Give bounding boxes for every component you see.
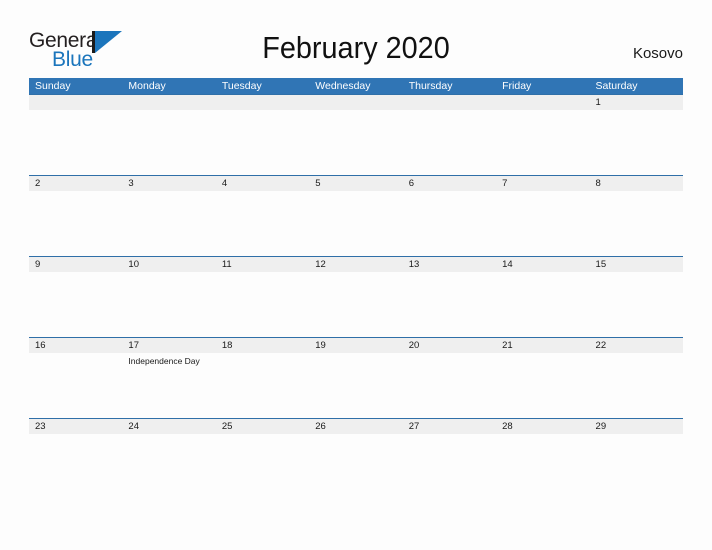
day-number[interactable]: 14 (496, 257, 589, 272)
day-cell[interactable] (403, 353, 496, 418)
day-number[interactable]: 23 (29, 419, 122, 434)
page-title: February 2020 (262, 30, 450, 65)
day-cell[interactable] (590, 110, 683, 175)
week-date-band: 16 17 18 19 20 21 22 (29, 337, 683, 353)
day-cell[interactable] (403, 191, 496, 256)
day-cell[interactable] (403, 110, 496, 175)
week-event-band (29, 110, 683, 175)
day-number[interactable]: 2 (29, 176, 122, 191)
event-label: Independence Day (128, 356, 200, 366)
day-cell[interactable] (216, 191, 309, 256)
day-number[interactable]: 10 (122, 257, 215, 272)
day-number[interactable]: 7 (496, 176, 589, 191)
day-number[interactable] (216, 95, 309, 110)
day-cell[interactable] (309, 353, 402, 418)
day-cell[interactable] (309, 434, 402, 499)
country-label: Kosovo (632, 45, 683, 62)
day-number[interactable]: 1 (590, 95, 683, 110)
week-date-band: 9 10 11 12 13 14 15 (29, 256, 683, 272)
week-row: 16 17 18 19 20 21 22 Independence Day (29, 337, 683, 418)
day-number[interactable]: 28 (496, 419, 589, 434)
day-number[interactable]: 5 (309, 176, 402, 191)
week-date-band: 2 3 4 5 6 7 8 (29, 175, 683, 191)
day-cell[interactable] (29, 191, 122, 256)
day-number[interactable] (403, 95, 496, 110)
day-cell[interactable] (216, 272, 309, 337)
weekday-header-thursday: Thursday (408, 80, 453, 92)
week-date-band: 1 (29, 94, 683, 110)
week-event-band (29, 191, 683, 256)
day-number[interactable]: 21 (496, 338, 589, 353)
day-number[interactable]: 3 (122, 176, 215, 191)
day-cell[interactable] (403, 272, 496, 337)
week-row: 9 10 11 12 13 14 15 (29, 256, 683, 337)
day-cell[interactable] (29, 434, 122, 499)
day-number[interactable]: 11 (216, 257, 309, 272)
week-date-band: 23 24 25 26 27 28 29 (29, 418, 683, 434)
day-number[interactable]: 24 (122, 419, 215, 434)
day-cell[interactable] (403, 434, 496, 499)
day-cell[interactable] (122, 272, 215, 337)
page-header: General Blue February 2020 Kosovo (0, 0, 712, 78)
day-cell[interactable]: Independence Day (122, 353, 215, 418)
day-cell[interactable] (216, 353, 309, 418)
weekday-header-sunday: Sunday (35, 80, 71, 92)
week-row: 23 24 25 26 27 28 29 (29, 418, 683, 499)
day-number[interactable]: 13 (403, 257, 496, 272)
day-cell[interactable] (590, 353, 683, 418)
week-row: 2 3 4 5 6 7 8 (29, 175, 683, 256)
day-number[interactable]: 18 (216, 338, 309, 353)
day-cell[interactable] (216, 110, 309, 175)
day-cell[interactable] (29, 110, 122, 175)
day-cell[interactable] (496, 191, 589, 256)
day-cell[interactable] (309, 272, 402, 337)
day-number[interactable]: 12 (309, 257, 402, 272)
day-number[interactable]: 25 (216, 419, 309, 434)
week-event-band (29, 434, 683, 499)
day-cell[interactable] (29, 353, 122, 418)
day-number[interactable]: 6 (403, 176, 496, 191)
day-number[interactable]: 4 (216, 176, 309, 191)
week-row: 1 (29, 94, 683, 175)
day-number[interactable] (309, 95, 402, 110)
day-cell[interactable] (590, 434, 683, 499)
weekday-header-tuesday: Tuesday (221, 80, 262, 92)
day-cell[interactable] (122, 110, 215, 175)
day-number[interactable]: 15 (590, 257, 683, 272)
day-cell[interactable] (122, 191, 215, 256)
day-number[interactable] (122, 95, 215, 110)
day-number[interactable]: 27 (403, 419, 496, 434)
weekday-header-friday: Friday (502, 80, 532, 92)
weekday-header-monday: Monday (128, 80, 166, 92)
day-number[interactable]: 26 (309, 419, 402, 434)
week-event-band: Independence Day (29, 353, 683, 418)
day-cell[interactable] (122, 434, 215, 499)
day-cell[interactable] (590, 272, 683, 337)
day-number[interactable]: 20 (403, 338, 496, 353)
day-number[interactable]: 9 (29, 257, 122, 272)
day-cell[interactable] (496, 110, 589, 175)
day-number[interactable]: 22 (590, 338, 683, 353)
day-number[interactable] (496, 95, 589, 110)
day-cell[interactable] (496, 353, 589, 418)
day-cell[interactable] (216, 434, 309, 499)
week-event-band (29, 272, 683, 337)
day-cell[interactable] (29, 272, 122, 337)
day-number[interactable]: 29 (590, 419, 683, 434)
calendar-grid: Sunday Monday Tuesday Wednesday Thursday… (29, 78, 683, 499)
day-cell[interactable] (496, 434, 589, 499)
calendar-page: General Blue February 2020 Kosovo Sunday… (0, 0, 712, 550)
day-cell[interactable] (309, 191, 402, 256)
day-number[interactable] (29, 95, 122, 110)
day-number[interactable]: 17 (122, 338, 215, 353)
day-number[interactable]: 16 (29, 338, 122, 353)
weekday-header-saturday: Saturday (595, 80, 638, 92)
weekday-header-wednesday: Wednesday (315, 80, 371, 92)
day-cell[interactable] (496, 272, 589, 337)
day-number[interactable]: 8 (590, 176, 683, 191)
day-cell[interactable] (309, 110, 402, 175)
day-number[interactable]: 19 (309, 338, 402, 353)
day-cell[interactable] (590, 191, 683, 256)
weekday-header-row: Sunday Monday Tuesday Wednesday Thursday… (29, 78, 683, 94)
